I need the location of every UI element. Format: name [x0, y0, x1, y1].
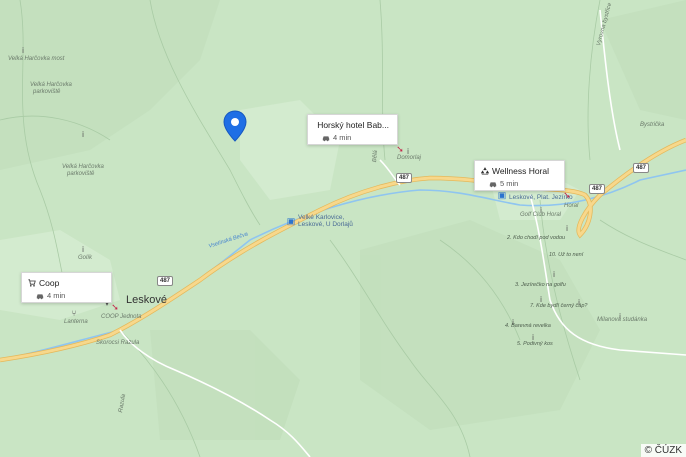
place-label: Bělá: [372, 150, 380, 163]
trail-stop-label: 3. Jezírečko na golfu: [515, 282, 566, 288]
shopping-cart-icon: [28, 279, 36, 287]
bus-stop-label: Velké Karlovice,: [298, 214, 345, 221]
bus-stop-icon[interactable]: ▣: [286, 216, 296, 226]
place-label: Bystrička: [640, 122, 665, 128]
place-label: COOP Jednota: [101, 314, 142, 320]
place-label: Golf Club Horal: [520, 212, 562, 218]
town-label[interactable]: Leskové: [126, 294, 167, 306]
info-icon[interactable]: i: [78, 245, 88, 255]
trail-stop-label: 2. Kdo chodí pod vodou: [507, 235, 566, 241]
hotel-marker-icon[interactable]: ➘: [395, 144, 405, 154]
location-pin-icon[interactable]: [223, 110, 247, 142]
place-label: parkoviště: [33, 89, 61, 95]
shop-marker-icon[interactable]: ➘: [110, 302, 120, 312]
place-label: Velká Harčovka: [62, 164, 104, 170]
bus-stop-label: Leskové, U Dorlajů: [298, 221, 353, 228]
map-attribution[interactable]: © ČÚZK: [640, 444, 686, 457]
place-card-wellness[interactable]: Wellness Horal 5 min: [474, 160, 565, 191]
car-icon: [322, 135, 330, 141]
info-icon[interactable]: i: [562, 224, 572, 234]
place-card-hotel[interactable]: Horský hotel Bab... 4 min: [307, 114, 398, 145]
map-base-layer: [0, 0, 686, 457]
info-icon[interactable]: i: [549, 270, 559, 280]
place-label: Milanova studánka: [597, 317, 648, 323]
place-label: Velká Harčovka most: [8, 56, 65, 62]
place-card-title: Horský hotel Bab...: [317, 120, 389, 130]
trail-stop-label: 10. Už to není: [549, 252, 584, 258]
place-label: Lanterna: [64, 319, 88, 325]
info-icon[interactable]: i: [18, 46, 28, 56]
place-label: parkoviště: [67, 171, 95, 177]
travel-time: 5 min: [500, 179, 519, 188]
car-icon: [36, 293, 44, 299]
bus-stop-icon[interactable]: ▣: [497, 190, 507, 200]
hotel-icon: [481, 167, 489, 175]
restaurant-marker-icon[interactable]: ⑂: [69, 309, 79, 319]
road-shield: 487: [396, 173, 413, 183]
hotel-marker-icon[interactable]: ➘: [562, 190, 572, 200]
map-canvas[interactable]: i i i ⑂ ▾ i i i i i i i i i Velká Harčov…: [0, 0, 686, 457]
car-icon: [489, 181, 497, 187]
travel-time: 4 min: [333, 133, 352, 142]
place-label: Domorlaj: [397, 155, 422, 161]
place-label: Golík: [78, 255, 93, 261]
info-icon[interactable]: i: [78, 130, 88, 140]
travel-time: 4 min: [47, 291, 66, 300]
place-label: Skorocsi Razula: [96, 340, 140, 346]
road-shield: 487: [589, 184, 606, 194]
trail-stop-label: 4. Barevná revelka: [505, 323, 551, 329]
trail-stop-label: 5. Podivný kos: [517, 341, 553, 347]
road-shield: 487: [157, 276, 174, 286]
place-card-title: Wellness Horal: [492, 166, 550, 176]
place-card-title: Coop: [39, 278, 60, 288]
place-label: Horal: [564, 203, 579, 209]
place-card-coop[interactable]: Coop 4 min: [21, 272, 112, 303]
trail-stop-label: 7. Kde bydlí černý čáp?: [530, 303, 588, 309]
road-shield: 487: [633, 163, 650, 173]
place-label: Velká Harčovka: [30, 82, 72, 88]
